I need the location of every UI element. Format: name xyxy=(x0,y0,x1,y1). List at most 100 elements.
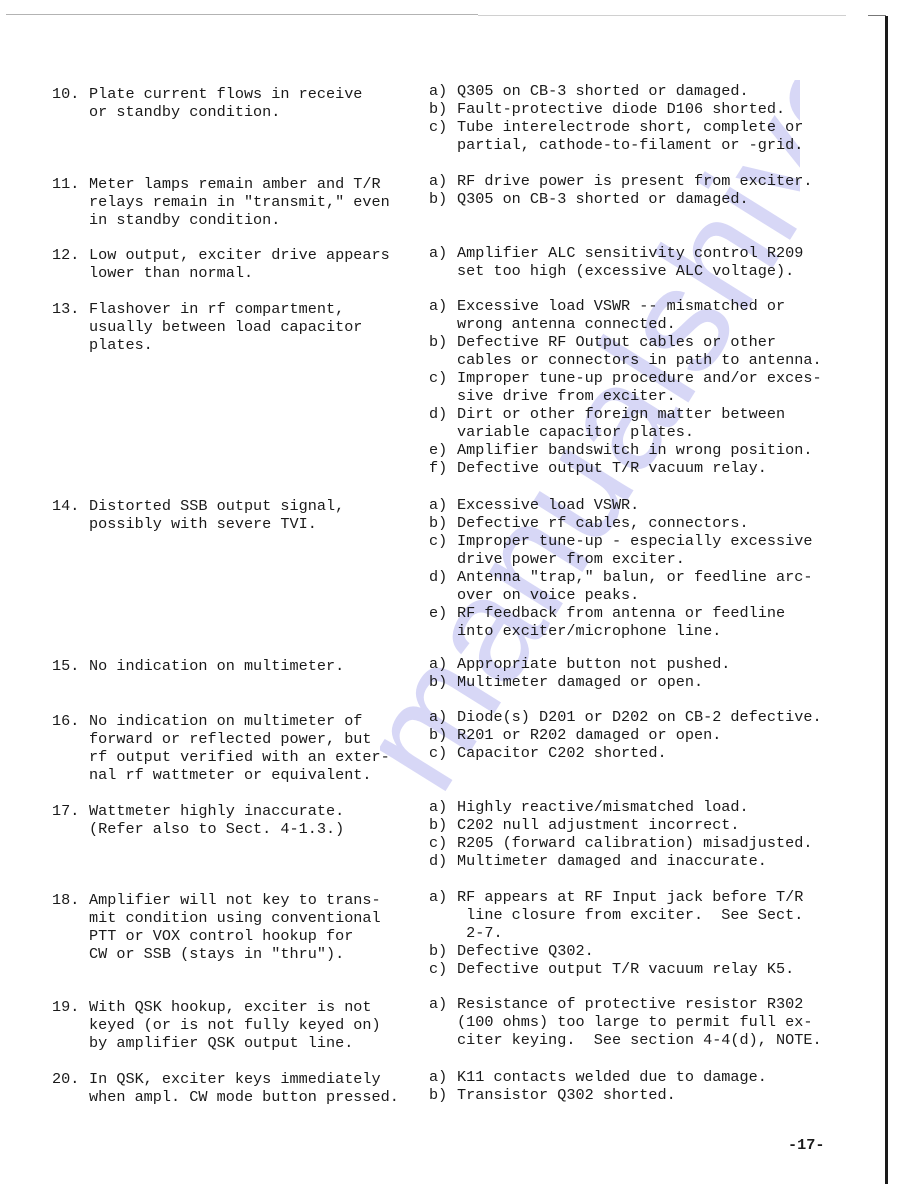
cause-list: a) Resistance of protective resistor R302… xyxy=(429,995,849,1049)
cause-text: Resistance of protective resistor R302 xyxy=(457,995,804,1013)
cause-list: a) Amplifier ALC sensitivity control R209… xyxy=(429,244,849,280)
cause-text: Transistor Q302 shorted. xyxy=(457,1086,676,1104)
cause-label: c) xyxy=(429,960,448,978)
problem-item: 17. Wattmeter highly inaccurate. (Refer al… xyxy=(52,802,412,838)
problem-number: 18. xyxy=(52,891,80,909)
cause-label: d) xyxy=(429,405,448,423)
problem-line: No indication on multimeter of xyxy=(89,712,363,730)
cause-label: c) xyxy=(429,118,448,136)
cause-item: b) Multimeter damaged or open. xyxy=(429,673,849,691)
problem-line: In QSK, exciter keys immediately xyxy=(89,1070,381,1088)
cause-label: a) xyxy=(429,82,448,100)
cause-item: b) Defective rf cables, connectors. xyxy=(429,514,849,532)
problem-line: (Refer also to Sect. 4-1.3.) xyxy=(89,820,345,838)
problem-number: 12. xyxy=(52,246,80,264)
cause-continuation: drive power from exciter. xyxy=(429,550,849,568)
cause-text: cables or connectors in path to antenna. xyxy=(457,351,822,369)
cause-continuation: set too high (excessive ALC voltage). xyxy=(429,262,849,280)
cause-text: drive power from exciter. xyxy=(457,550,685,568)
top-edge-rule xyxy=(868,15,886,16)
problem-line: Meter lamps remain amber and T/R xyxy=(89,175,381,193)
cause-text: Tube interelectrode short, complete or xyxy=(457,118,804,136)
cause-label: b) xyxy=(429,190,448,208)
problem-line: or standby condition. xyxy=(89,103,281,121)
cause-label: a) xyxy=(429,995,448,1013)
problem-line: Wattmeter highly inaccurate. xyxy=(89,802,345,820)
cause-label: b) xyxy=(429,673,448,691)
problem-line: relays remain in "transmit," even xyxy=(89,193,390,211)
cause-label: a) xyxy=(429,297,448,315)
cause-item: a) Amplifier ALC sensitivity control R209 xyxy=(429,244,849,262)
cause-label: d) xyxy=(429,852,448,870)
cause-text: RF drive power is present from exciter. xyxy=(457,172,813,190)
cause-item: b) Fault-protective diode D106 shorted. xyxy=(429,100,849,118)
cause-text: K11 contacts welded due to damage. xyxy=(457,1068,767,1086)
cause-label: a) xyxy=(429,798,448,816)
cause-text: Excessive load VSWR. xyxy=(457,496,640,514)
cause-label: a) xyxy=(429,888,448,906)
cause-continuation: sive drive from exciter. xyxy=(429,387,849,405)
problem-item: 14. Distorted SSB output signal, possibly … xyxy=(52,497,412,533)
problem-line: Distorted SSB output signal, xyxy=(89,497,345,515)
cause-continuation: variable capacitor plates. xyxy=(429,423,849,441)
problem-item: 19. With QSK hookup, exciter is not keyed … xyxy=(52,998,412,1052)
cause-text: (100 ohms) too large to permit full ex- xyxy=(457,1013,813,1031)
problem-line: Low output, exciter drive appears xyxy=(89,246,390,264)
problem-line: when ampl. CW mode button pressed. xyxy=(89,1088,399,1106)
problem-line: Flashover in rf compartment, xyxy=(89,300,345,318)
problem-line: mit condition using conventional xyxy=(89,909,381,927)
cause-label: b) xyxy=(429,1086,448,1104)
cause-continuation: line closure from exciter. See Sect. xyxy=(429,906,849,924)
cause-text: Amplifier bandswitch in wrong position. xyxy=(457,441,813,459)
problem-line: plates. xyxy=(89,336,153,354)
problem-item: 15. No indication on multimeter. xyxy=(52,657,412,675)
page-number: -17- xyxy=(788,1136,825,1154)
cause-continuation: citer keying. See section 4-4(d), NOTE. xyxy=(429,1031,849,1049)
problem-number: 13. xyxy=(52,300,80,318)
cause-text: Defective output T/R vacuum relay. xyxy=(457,459,767,477)
page-binding-edge xyxy=(885,16,888,1184)
problem-line: rf output verified with an exter- xyxy=(89,748,390,766)
problem-line: keyed (or is not fully keyed on) xyxy=(89,1016,381,1034)
cause-text: partial, cathode-to-filament or -grid. xyxy=(457,136,804,154)
cause-item: b) R201 or R202 damaged or open. xyxy=(429,726,849,744)
cause-text: Improper tune-up - especially excessive xyxy=(457,532,813,550)
cause-text: Q305 on CB-3 shorted or damaged. xyxy=(457,82,749,100)
cause-text: Highly reactive/mismatched load. xyxy=(457,798,749,816)
cause-item: a) Diode(s) D201 or D202 on CB-2 defectiv… xyxy=(429,708,849,726)
cause-text: wrong antenna connected. xyxy=(457,315,676,333)
cause-continuation: into exciter/microphone line. xyxy=(429,622,849,640)
cause-text: Defective rf cables, connectors. xyxy=(457,514,749,532)
cause-text: 2-7. xyxy=(457,924,503,942)
cause-item: b) Q305 on CB-3 shorted or damaged. xyxy=(429,190,849,208)
cause-text: citer keying. See section 4-4(d), NOTE. xyxy=(457,1031,822,1049)
cause-item: c) Improper tune-up procedure and/or exce… xyxy=(429,369,849,387)
cause-item: c) Tube interelectrode short, complete or xyxy=(429,118,849,136)
cause-text: Multimeter damaged or open. xyxy=(457,673,704,691)
cause-list: a) Diode(s) D201 or D202 on CB-2 defectiv… xyxy=(429,708,849,762)
cause-label: d) xyxy=(429,568,448,586)
cause-label: f) xyxy=(429,459,448,477)
cause-text: set too high (excessive ALC voltage). xyxy=(457,262,795,280)
cause-text: R205 (forward calibration) misadjusted. xyxy=(457,834,813,852)
problem-line: usually between load capacitor xyxy=(89,318,363,336)
cause-list: a) Highly reactive/mismatched load. b) C202… xyxy=(429,798,849,870)
cause-item: a) RF drive power is present from exciter… xyxy=(429,172,849,190)
cause-item: b) Defective RF Output cables or other xyxy=(429,333,849,351)
cause-continuation: partial, cathode-to-filament or -grid. xyxy=(429,136,849,154)
top-edge-rule xyxy=(6,14,478,15)
cause-label: c) xyxy=(429,834,448,852)
cause-item: e) Amplifier bandswitch in wrong position… xyxy=(429,441,849,459)
cause-label: c) xyxy=(429,369,448,387)
problem-item: 11. Meter lamps remain amber and T/R relay… xyxy=(52,175,412,229)
problem-item: 10. Plate current flows in receive or stan… xyxy=(52,85,412,121)
cause-label: b) xyxy=(429,514,448,532)
cause-text: Diode(s) D201 or D202 on CB-2 defective. xyxy=(457,708,822,726)
cause-label: c) xyxy=(429,744,448,762)
cause-item: c) Defective output T/R vacuum relay K5. xyxy=(429,960,849,978)
cause-item: c) Capacitor C202 shorted. xyxy=(429,744,849,762)
cause-item: e) RF feedback from antenna or feedline xyxy=(429,604,849,622)
problem-number: 20. xyxy=(52,1070,80,1088)
cause-text: RF appears at RF Input jack before T/R xyxy=(457,888,804,906)
cause-text: Multimeter damaged and inaccurate. xyxy=(457,852,767,870)
